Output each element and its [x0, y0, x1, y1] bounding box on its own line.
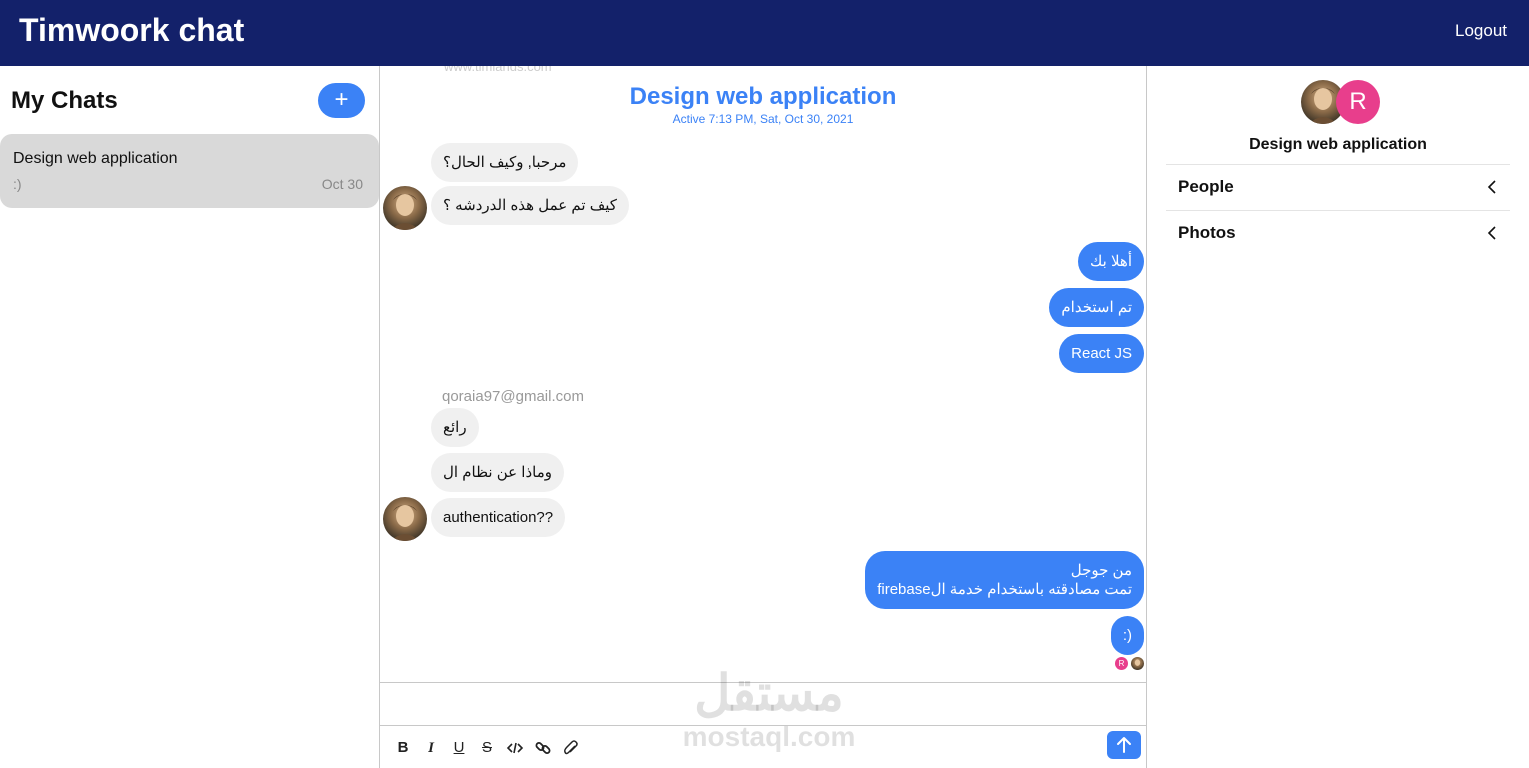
- code-icon[interactable]: [505, 738, 525, 758]
- app-title: Timwoork chat: [19, 12, 245, 48]
- top-navbar: Timwoork chat Logout: [0, 0, 1529, 66]
- send-button[interactable]: [1107, 731, 1141, 759]
- chat-feed-panel: www.timlands.com Design web application …: [379, 66, 1147, 768]
- message-bubble-out: من جوجل تمت مصادقته باستخدام خدمة الfire…: [865, 551, 1144, 609]
- message-bubble-out: أهلا بك: [1077, 242, 1144, 281]
- my-chats-heading: My Chats: [11, 87, 118, 114]
- chat-card-title: Design web application: [13, 150, 178, 167]
- italic-icon[interactable]: I: [421, 738, 441, 758]
- faded-scrolled-text: www.timlands.com: [444, 66, 552, 74]
- message-bubble-out: :): [1110, 616, 1144, 655]
- strikethrough-icon[interactable]: S: [477, 738, 497, 758]
- message-bubble-in: مرحبا, وكيف الحال؟: [431, 143, 579, 182]
- details-title: Design web application: [1249, 136, 1427, 153]
- chevron-left-icon: [1487, 226, 1496, 240]
- chat-card-last-message: :): [13, 176, 22, 192]
- logout-link[interactable]: Logout: [1455, 21, 1507, 41]
- chevron-left-icon: [1487, 180, 1496, 194]
- photos-label: Photos: [1178, 223, 1236, 242]
- chat-card-date: Oct 30: [321, 176, 363, 192]
- message-line: من جوجل: [1070, 562, 1132, 579]
- message-input[interactable]: [380, 682, 1146, 726]
- avatar: [383, 497, 427, 541]
- underline-icon[interactable]: U: [449, 738, 469, 758]
- chat-list-panel: My Chats + Design web application :) Oct…: [0, 66, 379, 768]
- chat-details-panel: R Design web application People Photos: [1147, 66, 1529, 768]
- link-icon[interactable]: [533, 738, 553, 758]
- people-section[interactable]: People: [1166, 164, 1510, 210]
- formatting-toolbar: B I U S: [380, 726, 1146, 768]
- attachment-icon[interactable]: [561, 738, 581, 758]
- chat-card[interactable]: Design web application :) Oct 30: [0, 134, 379, 208]
- message-bubble-in: كيف تم عمل هذه الدردشه ؟: [431, 186, 629, 225]
- avatar-letter: R: [1336, 80, 1380, 124]
- message-bubble-in: authentication??: [431, 498, 566, 537]
- people-label: People: [1178, 177, 1234, 196]
- avatar: [383, 186, 427, 230]
- photos-section[interactable]: Photos: [1166, 210, 1510, 256]
- message-bubble-in: رائع: [431, 408, 479, 447]
- message-bubble-out: React JS: [1059, 334, 1144, 373]
- chat-active-status: Active 7:13 PM, Sat, Oct 30, 2021: [672, 112, 854, 126]
- read-receipt-photo: [1131, 657, 1144, 670]
- new-chat-button[interactable]: +: [318, 83, 365, 118]
- chat-title: Design web application: [629, 83, 897, 110]
- message-line: تمت مصادقته باستخدام خدمة الfirebase: [877, 581, 1132, 598]
- arrow-up-icon: [1117, 737, 1131, 753]
- message-bubble-in: وماذا عن نظام ال: [431, 453, 564, 492]
- message-bubble-out: تم استخدام: [1049, 288, 1144, 327]
- read-receipt-avatar: R: [1115, 657, 1128, 670]
- sender-email: qoraia97@gmail.com: [442, 388, 584, 405]
- bold-icon[interactable]: B: [393, 738, 413, 758]
